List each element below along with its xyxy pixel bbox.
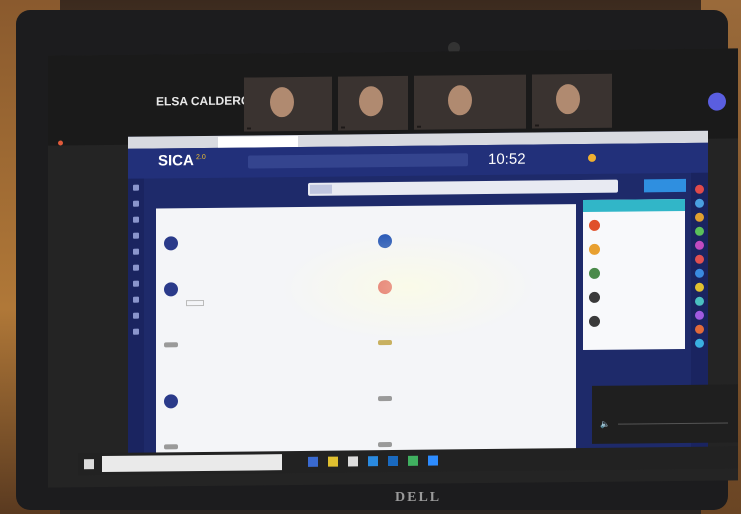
app-header: SICA 2.0 10:52 (128, 142, 708, 179)
participant-name (341, 126, 345, 129)
home-icon[interactable] (133, 200, 139, 207)
participant-tile[interactable] (414, 74, 526, 130)
app-card-desc (186, 399, 346, 401)
side-panel-item[interactable] (589, 241, 681, 262)
search-filter-pill[interactable] (310, 184, 332, 194)
participant-name (247, 127, 251, 130)
laptop-brand-logo: DELL (395, 490, 442, 505)
clock: 10:52 (488, 150, 526, 169)
app-card-icon (378, 442, 392, 448)
taskbar-app-icon[interactable] (328, 456, 338, 467)
participant-face (556, 84, 580, 115)
app-shortcut-icon[interactable] (695, 240, 704, 250)
speaker-icon[interactable]: 🔈 (600, 420, 610, 429)
app-shortcut-icon[interactable] (695, 324, 704, 334)
nav-icon[interactable] (133, 312, 139, 319)
app-shortcut-icon[interactable] (695, 310, 704, 320)
search-input[interactable] (308, 179, 618, 196)
side-panel-item[interactable] (589, 289, 681, 310)
app-card[interactable] (164, 388, 354, 418)
app-shortcut-icon[interactable] (695, 296, 704, 306)
app-card-chip[interactable] (186, 299, 204, 307)
volume-slider[interactable] (618, 422, 728, 425)
browser-tab[interactable] (218, 135, 298, 148)
nav-icon[interactable] (133, 328, 139, 335)
app-shortcut-icon[interactable] (695, 282, 704, 292)
app-card[interactable] (164, 332, 354, 362)
header-search[interactable] (248, 153, 468, 169)
taskbar-app-icon[interactable] (388, 455, 398, 467)
participant-overflow (628, 89, 688, 90)
participant-name (535, 124, 539, 127)
app-shortcut-icon[interactable] (695, 184, 704, 194)
taskbar-app-icon[interactable] (348, 456, 358, 467)
side-panel (583, 198, 685, 351)
side-panel-item-icon (589, 219, 600, 231)
search-button[interactable] (644, 178, 686, 193)
participant-avatar-icon[interactable] (708, 92, 726, 111)
participant-tile[interactable] (532, 73, 612, 129)
app-card[interactable] (378, 386, 568, 416)
nav-icon[interactable] (133, 264, 139, 271)
nav-icon[interactable] (133, 248, 139, 255)
side-panel-item[interactable] (589, 265, 681, 286)
app-card-icon (378, 396, 392, 402)
participant-face (270, 87, 295, 118)
participant-tile[interactable] (244, 76, 332, 132)
app-shortcut-icon[interactable] (695, 198, 704, 208)
side-panel-item[interactable] (589, 313, 681, 334)
app-card-icon (164, 342, 178, 348)
participant-tile[interactable] (338, 75, 408, 131)
app-card-desc (400, 397, 560, 399)
taskbar-app-icon[interactable] (308, 456, 318, 467)
left-nav-rail (128, 178, 144, 457)
app-logo[interactable]: SICA (158, 152, 194, 169)
laptop-screen: ELSA CALDERON SICA 2.0 10:52 🔈 (48, 48, 738, 488)
app-shortcut-icon[interactable] (695, 212, 704, 222)
app-shortcut-icon[interactable] (695, 254, 704, 264)
app-shortcut-icon[interactable] (695, 226, 704, 236)
app-card-icon (164, 444, 178, 450)
participant-face (447, 85, 472, 116)
app-card-desc (186, 445, 346, 447)
side-panel-item[interactable] (589, 217, 681, 238)
taskbar-search-input[interactable] (102, 454, 282, 473)
app-card-desc (186, 343, 346, 345)
side-panel-header (583, 198, 685, 213)
taskbar-app-icon[interactable] (428, 455, 438, 466)
side-panel-item-icon (589, 315, 600, 327)
nav-icon[interactable] (133, 280, 139, 287)
audio-popup: 🔈 (592, 384, 738, 444)
nav-icon[interactable] (133, 216, 139, 223)
record-dot-icon (58, 140, 63, 146)
menu-icon[interactable] (133, 184, 139, 191)
side-panel-item-icon (589, 267, 600, 279)
app-shortcut-icon[interactable] (695, 338, 704, 348)
nav-icon[interactable] (133, 296, 139, 303)
app-card-desc (400, 443, 560, 445)
app-card-desc (400, 341, 560, 343)
photo: ELSA CALDERON SICA 2.0 10:52 🔈 DELL (0, 0, 741, 514)
user-avatar-icon[interactable] (588, 153, 596, 162)
side-panel-item-icon (589, 243, 600, 255)
nav-icon[interactable] (133, 232, 139, 239)
participant-face (359, 86, 383, 117)
app-card-icon (164, 236, 178, 251)
side-panel-item-icon (589, 291, 600, 303)
participant-name (417, 125, 421, 128)
taskbar-app-icon[interactable] (368, 456, 378, 467)
app-card-icon (164, 394, 178, 409)
windows-start-icon[interactable] (84, 459, 94, 470)
app-logo-badge: 2.0 (196, 153, 206, 162)
app-shortcut-icon[interactable] (695, 268, 704, 278)
app-card-icon (164, 282, 178, 297)
app-card-desc (186, 241, 346, 243)
taskbar-app-icon[interactable] (408, 455, 418, 466)
